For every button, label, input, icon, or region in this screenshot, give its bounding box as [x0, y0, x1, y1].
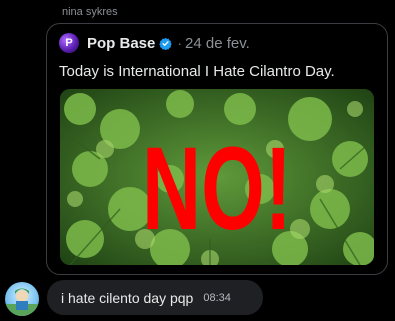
avatar-character-icon	[5, 288, 39, 316]
user-avatar[interactable]	[5, 282, 39, 316]
quoted-post-card[interactable]: P Pop Base · 24 de fev. Today is Interna…	[46, 23, 388, 275]
post-date[interactable]: 24 de fev.	[185, 35, 250, 52]
message-bubble[interactable]: i hate cilento day pqp 08:34	[47, 280, 263, 315]
post-image[interactable]: NO!	[60, 89, 374, 265]
message-text: i hate cilento day pqp	[61, 289, 194, 306]
author-avatar[interactable]: P	[59, 33, 79, 53]
author-name[interactable]: Pop Base	[87, 35, 155, 52]
verified-badge-icon	[159, 37, 173, 50]
quoted-post-header: P Pop Base · 24 de fev.	[59, 32, 250, 54]
avatar-letter: P	[65, 37, 73, 49]
no-overlay-text: NO!	[142, 123, 292, 255]
date-separator: ·	[177, 35, 183, 51]
message-timestamp: 08:34	[203, 291, 231, 304]
cilantro-image: NO!	[60, 89, 374, 265]
post-text: Today is International I Hate Cilantro D…	[59, 63, 335, 80]
sender-name: nina sykres	[62, 6, 118, 18]
